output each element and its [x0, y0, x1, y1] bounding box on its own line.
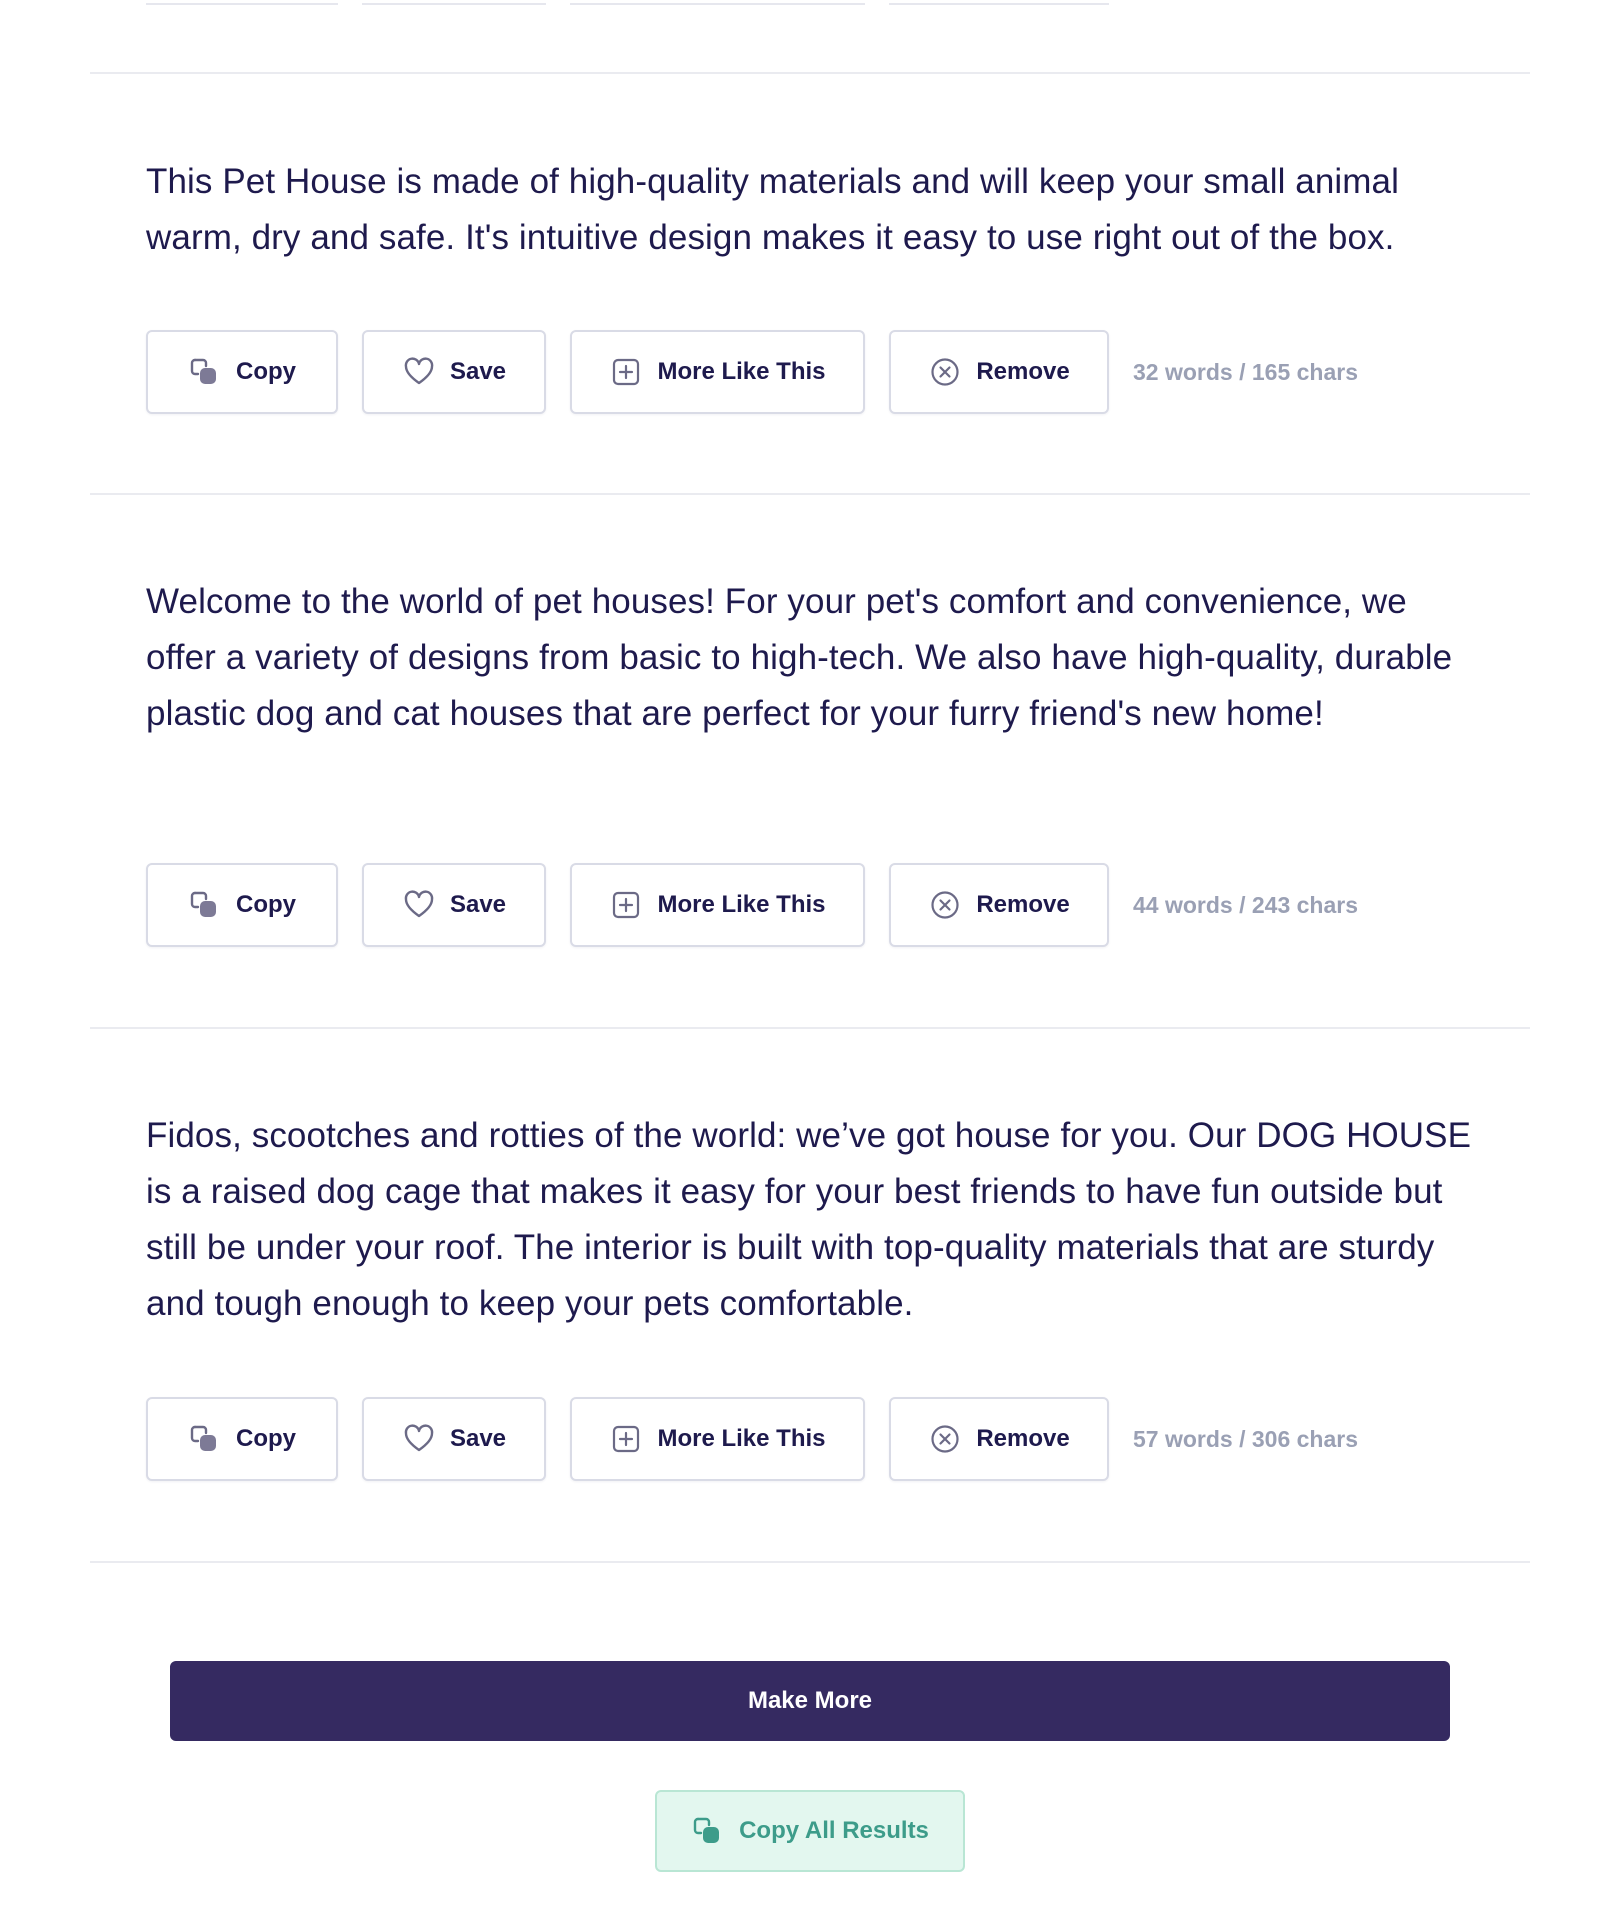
close-circle-icon — [928, 1422, 962, 1456]
copy-button-label: Copy — [236, 891, 296, 918]
plus-square-icon — [609, 355, 643, 389]
remove-button[interactable]: Remove — [889, 1397, 1109, 1481]
copy-icon — [188, 355, 222, 389]
more-like-this-button[interactable]: More Like This — [570, 1397, 865, 1481]
result-actions-3: Copy Save More Like This Remove 57 words… — [146, 1397, 1358, 1481]
previous-copy-button-edge — [146, 0, 338, 5]
plus-square-icon — [609, 888, 643, 922]
word-char-count: 44 words / 243 chars — [1133, 891, 1359, 918]
remove-button[interactable]: Remove — [889, 863, 1109, 947]
divider — [90, 72, 1530, 74]
heart-icon — [402, 355, 436, 389]
result-actions-1: Copy Save More Like This Remove 32 words… — [146, 330, 1358, 414]
heart-icon — [402, 888, 436, 922]
divider — [90, 1027, 1530, 1029]
copy-button[interactable]: Copy — [146, 330, 338, 414]
copy-all-results-button[interactable]: Copy All Results — [655, 1790, 965, 1872]
word-char-count: 57 words / 306 chars — [1133, 1425, 1359, 1452]
copy-icon — [188, 888, 222, 922]
more-like-this-label: More Like This — [657, 1425, 826, 1452]
more-like-this-label: More Like This — [657, 891, 826, 918]
word-char-count: 32 words / 165 chars — [1133, 358, 1359, 385]
result-actions-2: Copy Save More Like This Remove 44 words… — [146, 863, 1358, 947]
remove-button-label: Remove — [976, 1425, 1070, 1452]
previous-more-like-this-button-edge — [570, 0, 865, 5]
result-card-2: Welcome to the world of pet houses! For … — [146, 574, 1476, 742]
remove-button[interactable]: Remove — [889, 330, 1109, 414]
save-button-label: Save — [449, 1425, 507, 1452]
copy-icon — [188, 1422, 222, 1456]
close-circle-icon — [928, 888, 962, 922]
copy-button[interactable]: Copy — [146, 863, 338, 947]
copy-all-results-label: Copy All Results — [739, 1817, 929, 1844]
save-button-label: Save — [449, 891, 507, 918]
make-more-button[interactable]: Make More — [170, 1661, 1450, 1741]
make-more-label: Make More — [747, 1687, 873, 1714]
more-like-this-label: More Like This — [657, 358, 826, 385]
save-button[interactable]: Save — [362, 863, 546, 947]
result-card-1: This Pet House is made of high-quality m… — [146, 154, 1476, 266]
result-text: Fidos, scootches and rotties of the worl… — [146, 1116, 1472, 1323]
copy-button-label: Copy — [236, 1425, 296, 1452]
divider — [90, 1561, 1530, 1563]
previous-remove-button-edge — [889, 0, 1109, 5]
plus-square-icon — [609, 1422, 643, 1456]
previous-save-button-edge — [362, 0, 546, 5]
copy-button-label: Copy — [236, 358, 296, 385]
copy-button[interactable]: Copy — [146, 1397, 338, 1481]
more-like-this-button[interactable]: More Like This — [570, 863, 865, 947]
save-button-label: Save — [449, 358, 507, 385]
close-circle-icon — [928, 355, 962, 389]
result-text: This Pet House is made of high-quality m… — [146, 162, 1399, 257]
save-button[interactable]: Save — [362, 330, 546, 414]
more-like-this-button[interactable]: More Like This — [570, 330, 865, 414]
previous-result-actions-clipped — [146, 0, 1109, 5]
result-card-3: Fidos, scootches and rotties of the worl… — [146, 1108, 1476, 1332]
heart-icon — [402, 1422, 436, 1456]
save-button[interactable]: Save — [362, 1397, 546, 1481]
copy-icon — [691, 1814, 725, 1848]
divider — [90, 493, 1530, 495]
remove-button-label: Remove — [976, 358, 1070, 385]
remove-button-label: Remove — [976, 891, 1070, 918]
result-text: Welcome to the world of pet houses! For … — [146, 582, 1453, 733]
